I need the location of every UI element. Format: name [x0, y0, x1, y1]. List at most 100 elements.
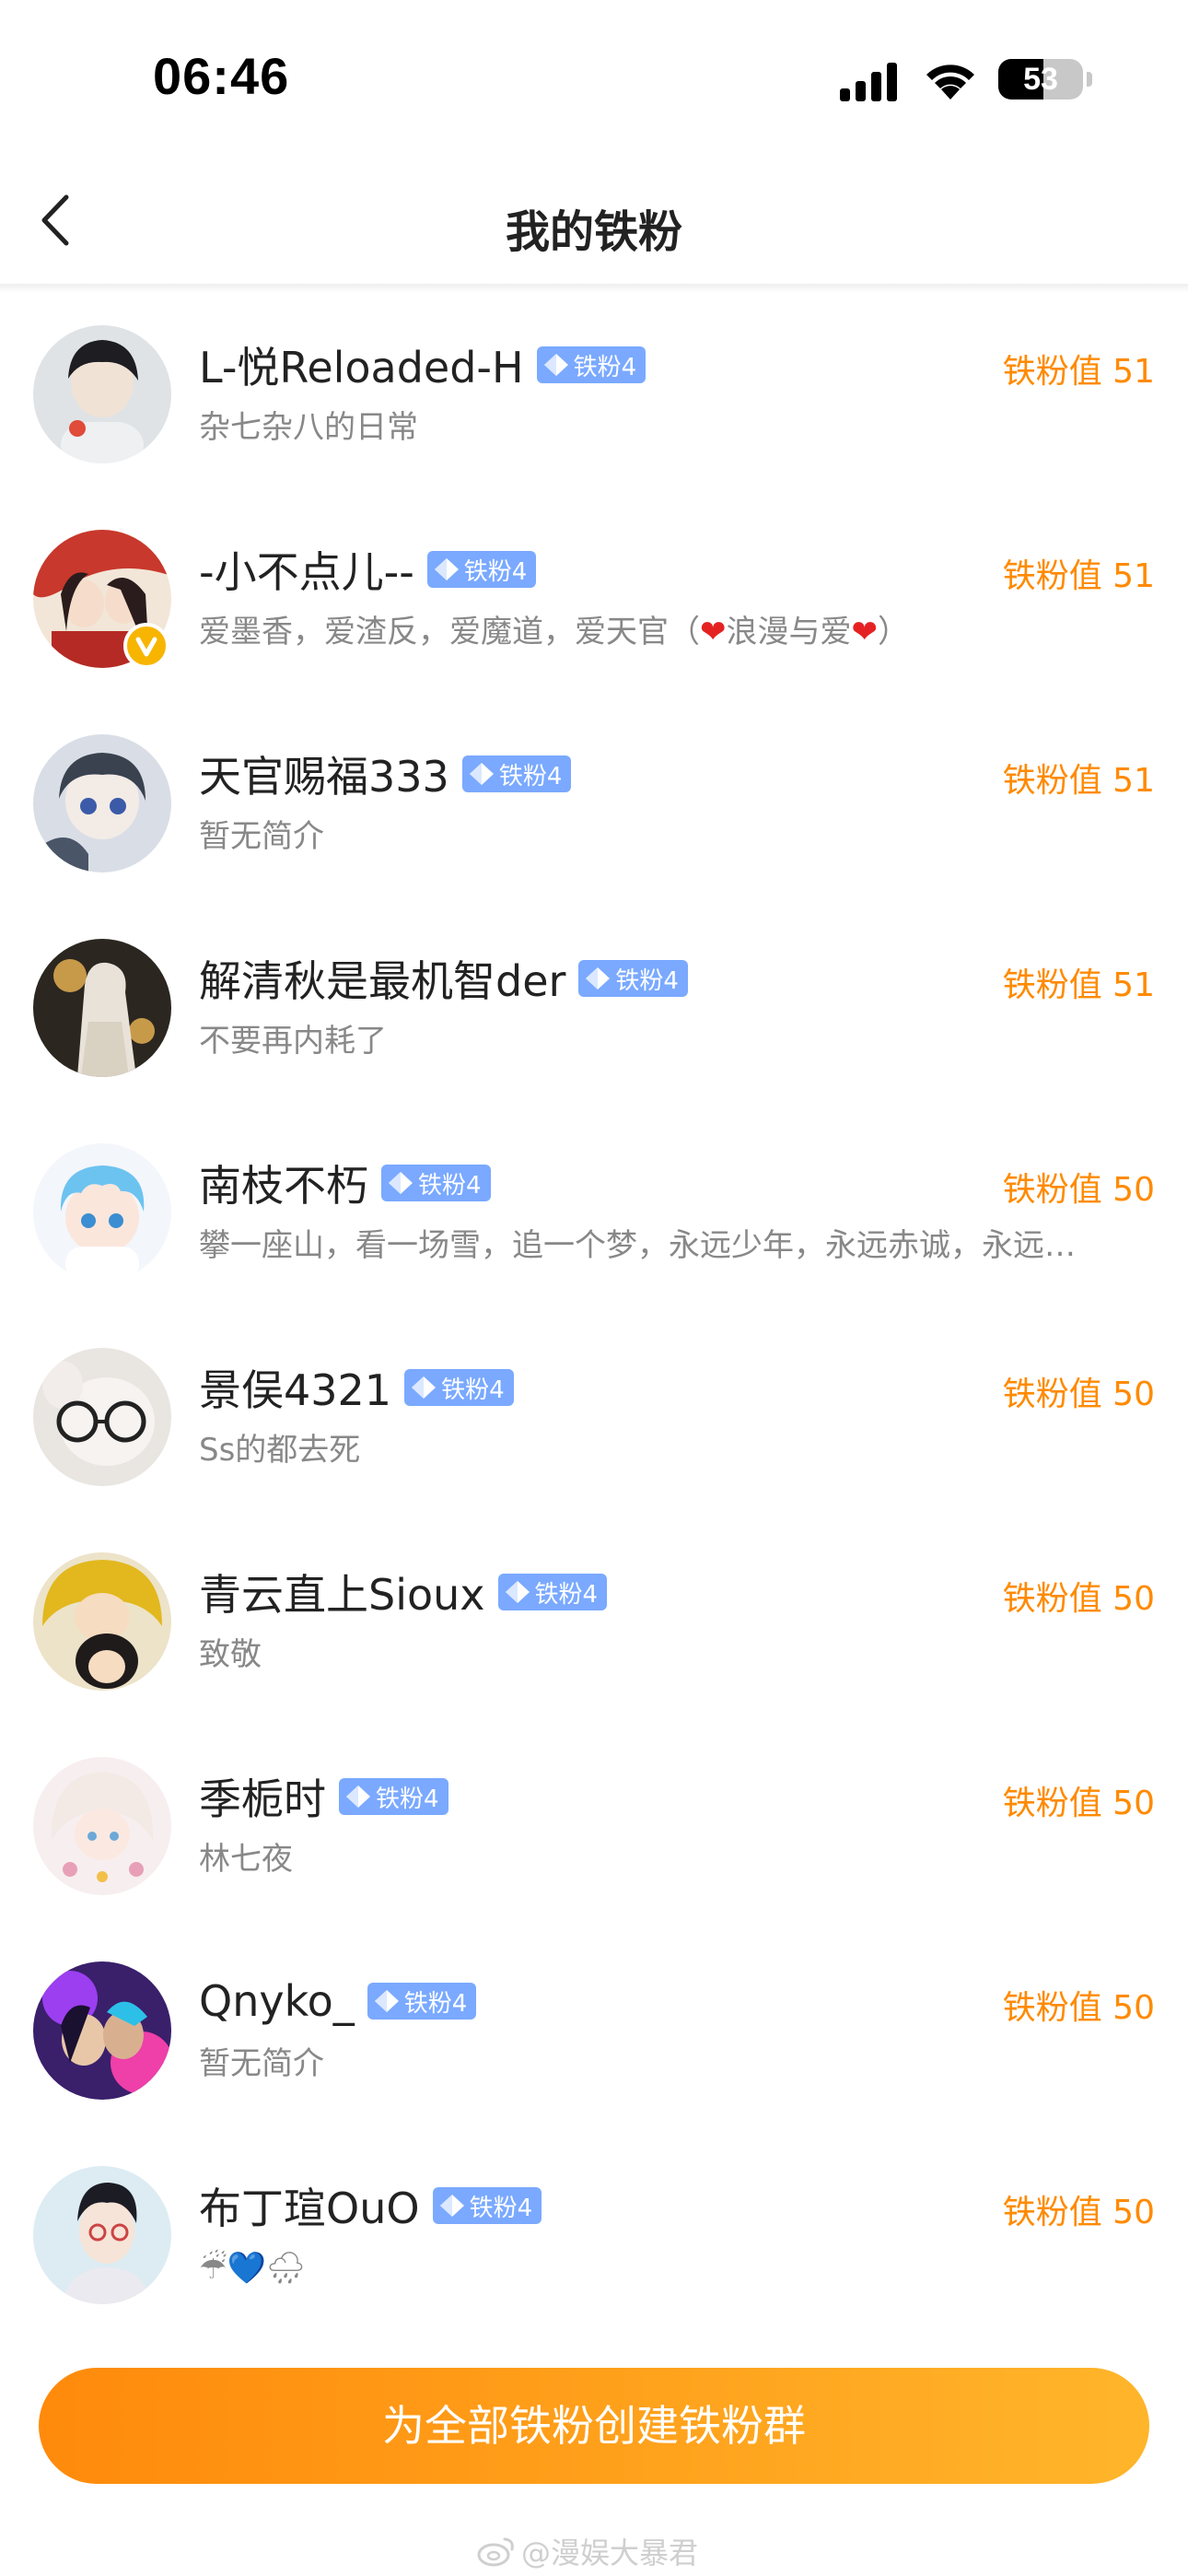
fan-name-line: 青云直上Sioux 铁粉4	[199, 1562, 608, 1622]
diamond-icon	[469, 763, 494, 785]
diamond-icon	[586, 967, 611, 989]
fan-name[interactable]: 季栀时	[199, 1766, 326, 1827]
fan-name-line: 布丁瑄OuO 铁粉4	[199, 2176, 542, 2235]
fan-row[interactable]: -小不点儿-- 铁粉4 爱墨香，爱渣反，爱魔道，爱天官（❤浪漫与爱❤） 铁粉值 …	[0, 498, 1188, 702]
watermark: @漫娱大暴君	[477, 2530, 698, 2572]
diamond-icon	[346, 1786, 370, 1808]
fan-score: 铁粉值 51	[1002, 557, 1155, 595]
battery-level: 53	[1023, 62, 1058, 97]
create-fan-group-button[interactable]: 为全部铁粉创建铁粉群	[39, 2368, 1149, 2484]
wifi-icon	[926, 64, 974, 100]
fan-level-label: 铁粉4	[469, 2194, 533, 2222]
heart-icon: ❤	[851, 614, 879, 650]
fan-level-badge: 铁粉4	[404, 1369, 514, 1406]
fan-level-badge: 铁粉4	[432, 2187, 542, 2224]
fan-level-badge: 铁粉4	[536, 346, 646, 383]
fan-name-line: -小不点儿-- 铁粉4	[199, 539, 537, 600]
bottom-bar: 为全部铁粉创建铁粉群 @漫娱大暴君	[0, 2336, 1188, 2576]
fan-name-line: 季栀时 铁粉4	[199, 1767, 448, 1826]
fan-level-label: 铁粉4	[403, 1989, 468, 2018]
fan-score: 铁粉值 51	[1002, 762, 1155, 800]
fan-score: 铁粉值 50	[1002, 1785, 1155, 1822]
fan-bio: 暂无简介	[199, 818, 324, 855]
fan-name[interactable]: 青云直上Sioux	[199, 1562, 485, 1622]
fan-level-badge: 铁粉4	[497, 1574, 608, 1610]
avatar[interactable]	[33, 1757, 171, 1895]
verified-v-icon	[135, 637, 157, 657]
fan-name[interactable]: 布丁瑄OuO	[199, 2175, 420, 2236]
fan-bio: 攀一座山，看一场雪，追一个梦，永远少年，永远赤诚，永远…	[199, 1227, 1076, 1264]
avatar[interactable]	[33, 2166, 171, 2304]
fan-row[interactable]: 解清秋是最机智der 铁粉4 不要再内耗了 铁粉值 51	[0, 907, 1188, 1111]
watermark-text: @漫娱大暴君	[521, 2535, 699, 2570]
fan-level-label: 铁粉4	[463, 557, 528, 586]
fan-bio: 致敬	[199, 1636, 262, 1673]
diamond-icon	[434, 558, 459, 580]
avatar[interactable]	[33, 1348, 171, 1486]
fan-score: 铁粉值 51	[1002, 353, 1155, 391]
nav-divider	[0, 284, 1188, 293]
fan-bio: 不要再内耗了	[199, 1023, 387, 1060]
fan-bio: ☔💙🌧	[199, 2250, 306, 2287]
fan-name[interactable]: -小不点儿--	[199, 539, 414, 600]
cellular-signal-icon	[840, 63, 897, 101]
weibo-logo-icon	[477, 2537, 514, 2567]
fan-level-label: 铁粉4	[376, 1785, 439, 1813]
fan-name[interactable]: 景俣4321	[199, 1357, 391, 1418]
diamond-icon	[543, 354, 568, 376]
fan-row[interactable]: L-悦Reloaded-H 铁粉4 杂七杂八的日常 铁粉值 51	[0, 293, 1188, 498]
fan-row[interactable]: Qnyko_ 铁粉4 暂无简介 铁粉值 50	[0, 1929, 1188, 2134]
fan-name-line: Qnyko_ 铁粉4	[199, 1972, 477, 2031]
fan-score: 铁粉值 50	[1002, 2194, 1155, 2231]
diamond-icon	[439, 2195, 464, 2217]
fan-name-line: L-悦Reloaded-H 铁粉4	[199, 335, 646, 394]
fan-name[interactable]: L-悦Reloaded-H	[199, 334, 524, 395]
fan-level-label: 铁粉4	[418, 1171, 482, 1200]
nav-bar: 我的铁粉	[0, 157, 1188, 286]
fan-level-label: 铁粉4	[573, 353, 637, 381]
fan-bio: 杂七杂八的日常	[199, 409, 418, 446]
fan-level-label: 铁粉4	[441, 1376, 505, 1404]
avatar[interactable]	[33, 734, 171, 872]
fan-level-badge: 铁粉4	[578, 960, 688, 997]
fan-bio: 暂无简介	[199, 2045, 324, 2082]
fan-score: 铁粉值 50	[1002, 1171, 1155, 1209]
fan-name[interactable]: Qnyko_	[199, 1976, 355, 2026]
fan-name[interactable]: 天官赐福333	[199, 744, 449, 804]
fan-row[interactable]: 季栀时 铁粉4 林七夜 铁粉值 50	[0, 1725, 1188, 1929]
fan-row[interactable]: 南枝不朽 铁粉4 攀一座山，看一场雪，追一个梦，永远少年，永远赤诚，永远… 铁粉…	[0, 1111, 1188, 1316]
avatar[interactable]	[33, 939, 171, 1077]
fan-level-badge: 铁粉4	[339, 1778, 448, 1815]
fan-score: 铁粉值 50	[1002, 1580, 1155, 1618]
status-time: 06:46	[153, 47, 290, 105]
fan-row[interactable]: 布丁瑄OuO 铁粉4 ☔💙🌧 铁粉值 50	[0, 2134, 1188, 2338]
battery-tip	[1087, 72, 1092, 87]
fan-name-line: 解清秋是最机智der 铁粉4	[199, 949, 688, 1008]
avatar[interactable]	[33, 1552, 171, 1691]
diamond-icon	[389, 1172, 413, 1194]
fan-level-label: 铁粉4	[615, 966, 679, 995]
fan-name-line: 南枝不朽 铁粉4	[199, 1153, 491, 1212]
fan-name-line: 天官赐福333 铁粉4	[199, 744, 572, 804]
verified-badge	[123, 623, 169, 669]
fan-name[interactable]: 解清秋是最机智der	[199, 948, 565, 1009]
diamond-icon	[505, 1581, 530, 1603]
fan-score: 铁粉值 51	[1002, 966, 1155, 1004]
fan-bio: 爱墨香，爱渣反，爱魔道，爱天官（❤浪漫与爱❤）	[199, 614, 909, 650]
fan-level-badge: 铁粉4	[367, 1983, 477, 2020]
fan-level-badge: 铁粉4	[461, 755, 572, 792]
avatar[interactable]	[33, 1961, 171, 2100]
status-bar: 06:46 53	[0, 0, 1188, 157]
fan-name[interactable]: 南枝不朽	[199, 1153, 368, 1213]
fan-level-label: 铁粉4	[534, 1580, 599, 1609]
avatar[interactable]	[33, 325, 171, 463]
fan-row[interactable]: 青云直上Sioux 铁粉4 致敬 铁粉值 50	[0, 1520, 1188, 1725]
fan-row[interactable]: 天官赐福333 铁粉4 暂无简介 铁粉值 51	[0, 702, 1188, 907]
battery-icon: 53	[998, 59, 1083, 100]
heart-icon: ❤	[700, 614, 727, 650]
fan-level-badge: 铁粉4	[426, 551, 537, 588]
avatar[interactable]	[33, 1143, 171, 1282]
diamond-icon	[374, 1990, 399, 2012]
fan-row[interactable]: 景俣4321 铁粉4 Ss的都去死 铁粉值 50	[0, 1316, 1188, 1520]
fan-bio: Ss的都去死	[199, 1432, 361, 1469]
